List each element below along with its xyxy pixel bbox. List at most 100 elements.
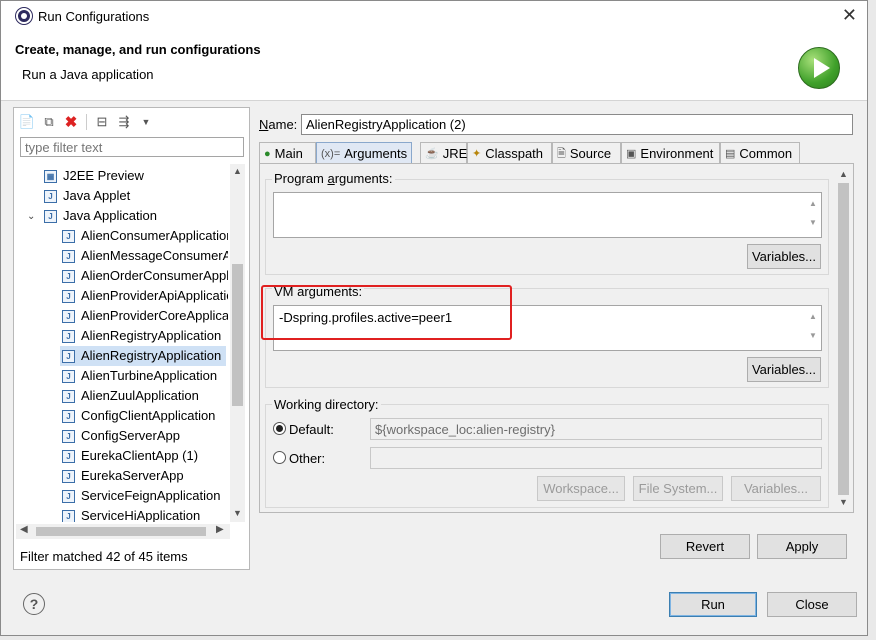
- scroll-down-icon[interactable]: ▼: [839, 497, 848, 507]
- tree-item-java-application[interactable]: J Java Application: [44, 206, 157, 226]
- filter-icon[interactable]: ⇶: [115, 113, 133, 131]
- tree-item-java-applet[interactable]: J Java Applet: [44, 186, 130, 206]
- java-app-icon: J: [62, 269, 75, 283]
- tree-item[interactable]: J AlienZuulApplication: [62, 386, 199, 406]
- view-menu-icon[interactable]: ▼: [137, 113, 155, 131]
- scroll-up-icon[interactable]: ▲: [233, 166, 242, 176]
- tree-item[interactable]: J AlienTurbineApplication: [62, 366, 217, 386]
- apply-button[interactable]: Apply: [757, 534, 847, 559]
- expand-chevron-icon[interactable]: ⌄: [27, 211, 35, 222]
- tree-horizontal-scrollbar[interactable]: ◀ ▶: [16, 524, 230, 539]
- run-button[interactable]: Run: [669, 592, 757, 617]
- main-tab-icon: ●: [264, 147, 271, 160]
- java-app-icon: J: [62, 249, 75, 263]
- textarea-scroll-arrows-icon: ▲ ▼: [809, 199, 817, 227]
- scrollbar-thumb[interactable]: [838, 183, 849, 495]
- banner-heading: Create, manage, and run configurations: [15, 42, 261, 57]
- source-tab-icon: 🗎: [557, 147, 566, 160]
- tree-item[interactable]: J ConfigClientApplication: [62, 406, 215, 426]
- java-app-icon: J: [62, 369, 75, 383]
- java-app-icon: J: [62, 329, 75, 343]
- scrollbar-thumb[interactable]: [36, 527, 206, 536]
- java-app-icon: J: [62, 489, 75, 503]
- delete-icon[interactable]: ✖: [62, 113, 80, 131]
- tree-item[interactable]: J ServiceHiApplication: [62, 506, 200, 522]
- window-title: Run Configurations: [38, 9, 150, 24]
- program-variables-button[interactable]: Variables...: [747, 244, 821, 269]
- scrollbar-thumb[interactable]: [232, 264, 243, 406]
- java-app-icon: J: [62, 449, 75, 463]
- tree-item-selected[interactable]: J AlienRegistryApplication: [60, 346, 226, 366]
- scroll-down-icon[interactable]: ▼: [233, 508, 242, 518]
- other-directory-field[interactable]: [370, 447, 822, 469]
- workspace-button[interactable]: Workspace...: [537, 476, 625, 501]
- tree-item[interactable]: J AlienRegistryApplication: [62, 326, 221, 346]
- java-app-icon: J: [62, 229, 75, 243]
- vm-variables-button[interactable]: Variables...: [747, 357, 821, 382]
- tree-item-j2ee-preview[interactable]: ▦ J2EE Preview: [44, 166, 144, 186]
- duplicate-icon[interactable]: ⧉: [40, 113, 58, 131]
- tab-classpath[interactable]: ✦ Classpath: [467, 142, 552, 164]
- collapse-all-icon[interactable]: ⊟: [93, 113, 111, 131]
- jre-tab-icon: ☕: [425, 147, 439, 160]
- java-app-icon: J: [62, 509, 75, 522]
- java-app-icon: J: [44, 209, 57, 223]
- configuration-tree: ▦ J2EE Preview J Java Applet ⌄ J Java Appli…: [14, 162, 228, 522]
- filter-input[interactable]: [20, 137, 244, 157]
- tree-item[interactable]: J AlienProviderApiApplication: [62, 286, 228, 306]
- header-banner: Create, manage, and run configurations R…: [1, 31, 867, 101]
- tree-vertical-scrollbar[interactable]: ▲ ▼: [230, 164, 245, 522]
- banner-subtitle: Run a Java application: [22, 67, 154, 82]
- tab-source[interactable]: 🗎 Source: [552, 142, 621, 164]
- arguments-tab-icon: (x)=: [321, 148, 341, 160]
- configuration-list-panel: 📄 ⧉ ✖ ⊟ ⇶ ▼ ▦J2EE Preview JJava Applet ⌄…: [13, 107, 250, 570]
- scroll-right-icon[interactable]: ▶: [216, 524, 224, 535]
- scroll-left-icon[interactable]: ◀: [20, 524, 28, 535]
- vm-arguments-input[interactable]: -Dspring.profiles.active=peer1: [273, 305, 822, 351]
- run-configurations-dialog: Run Configurations ✕ Create, manage, and…: [0, 0, 868, 636]
- toolbar-separator: [86, 114, 87, 130]
- tab-environment[interactable]: ▣ Environment: [621, 142, 720, 164]
- tree-item[interactable]: J AlienConsumerApplication: [62, 226, 228, 246]
- name-field[interactable]: AlienRegistryApplication (2): [301, 114, 853, 135]
- tab-jre[interactable]: ☕ JRE: [420, 142, 467, 164]
- java-app-icon: J: [62, 469, 75, 483]
- tree-item[interactable]: JAlienMessageConsumerApplication: [62, 246, 228, 266]
- wd-variables-button[interactable]: Variables...: [731, 476, 821, 501]
- textarea-scroll-arrows-icon: ▲ ▼: [809, 312, 817, 340]
- tree-item[interactable]: J ServiceFeignApplication: [62, 486, 220, 506]
- applet-icon: J: [44, 189, 57, 203]
- tree-item[interactable]: J ConfigServerApp: [62, 426, 180, 446]
- tree-item[interactable]: J EurekaClientApp (1): [62, 446, 198, 466]
- scroll-up-icon[interactable]: ▲: [839, 169, 848, 179]
- panel-vertical-scrollbar[interactable]: ▲ ▼: [836, 167, 851, 511]
- other-radio[interactable]: [273, 451, 286, 464]
- vm-arguments-label: VM arguments:: [272, 284, 365, 299]
- run-icon: [798, 47, 840, 89]
- help-icon[interactable]: ?: [23, 593, 45, 615]
- default-radio-label: Default:: [289, 422, 334, 437]
- java-app-icon: J: [62, 429, 75, 443]
- new-configuration-icon[interactable]: 📄: [18, 113, 36, 131]
- close-icon[interactable]: ✕: [842, 5, 857, 26]
- program-arguments-input[interactable]: [273, 192, 822, 238]
- j2ee-icon: ▦: [44, 169, 57, 183]
- tree-item[interactable]: J EurekaServerApp: [62, 466, 184, 486]
- filter-status: Filter matched 42 of 45 items: [20, 549, 188, 564]
- file-system-button[interactable]: File System...: [633, 476, 723, 501]
- classpath-tab-icon: ✦: [472, 147, 482, 160]
- environment-tab-icon: ▣: [626, 147, 637, 160]
- tree-item[interactable]: JAlienOrderConsumerApplication: [62, 266, 228, 286]
- default-radio[interactable]: [273, 422, 286, 435]
- working-directory-label: Working directory:: [272, 397, 381, 412]
- list-toolbar: 📄 ⧉ ✖ ⊟ ⇶ ▼: [18, 112, 155, 132]
- tab-common[interactable]: ▤ Common: [720, 142, 800, 164]
- close-button[interactable]: Close: [767, 592, 857, 617]
- tab-main[interactable]: ● Main: [259, 142, 316, 164]
- tree-item[interactable]: JAlienProviderCoreApplication: [62, 306, 228, 326]
- other-radio-label: Other:: [289, 451, 326, 466]
- tab-arguments[interactable]: (x)= Arguments: [316, 142, 412, 165]
- java-app-icon: J: [62, 309, 75, 323]
- common-tab-icon: ▤: [725, 147, 736, 160]
- revert-button[interactable]: Revert: [660, 534, 750, 559]
